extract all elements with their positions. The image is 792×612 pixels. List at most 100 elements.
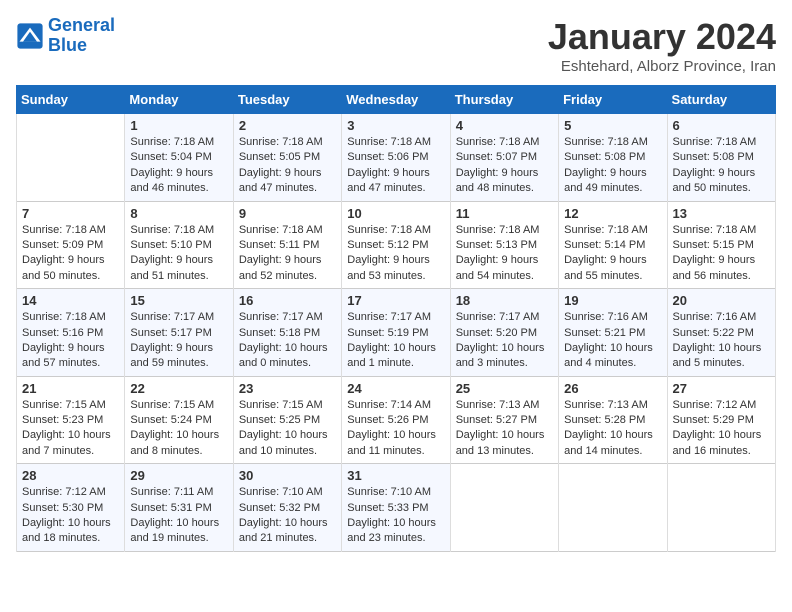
sunset-text: Sunset: 5:33 PM xyxy=(347,501,444,516)
day-number: 17 xyxy=(347,293,444,308)
day-number: 8 xyxy=(130,206,227,221)
sunrise-text: Sunrise: 7:15 AM xyxy=(130,398,227,413)
table-cell: 6 Sunrise: 7:18 AM Sunset: 5:08 PM Dayli… xyxy=(667,114,775,202)
table-cell xyxy=(17,114,125,202)
daylight-text: Daylight: 9 hours and 56 minutes. xyxy=(673,253,770,284)
daylight-text: Daylight: 9 hours and 55 minutes. xyxy=(564,253,661,284)
table-cell: 19 Sunrise: 7:16 AM Sunset: 5:21 PM Dayl… xyxy=(559,289,667,377)
sunrise-text: Sunrise: 7:18 AM xyxy=(673,135,770,150)
daylight-text: Daylight: 10 hours and 21 minutes. xyxy=(239,516,336,547)
daylight-text: Daylight: 9 hours and 50 minutes. xyxy=(22,253,119,284)
day-number: 6 xyxy=(673,118,770,133)
sunset-text: Sunset: 5:26 PM xyxy=(347,413,444,428)
page-header: General Blue January 2024 Eshtehard, Alb… xyxy=(16,16,776,75)
sunset-text: Sunset: 5:22 PM xyxy=(673,326,770,341)
table-cell: 31 Sunrise: 7:10 AM Sunset: 5:33 PM Dayl… xyxy=(342,464,450,552)
day-number: 14 xyxy=(22,293,119,308)
daylight-text: Daylight: 9 hours and 49 minutes. xyxy=(564,166,661,197)
day-number: 26 xyxy=(564,381,661,396)
day-number: 30 xyxy=(239,468,336,483)
header-wednesday: Wednesday xyxy=(342,86,450,114)
sunset-text: Sunset: 5:12 PM xyxy=(347,238,444,253)
sunset-text: Sunset: 5:15 PM xyxy=(673,238,770,253)
sunrise-text: Sunrise: 7:18 AM xyxy=(239,135,336,150)
table-cell: 15 Sunrise: 7:17 AM Sunset: 5:17 PM Dayl… xyxy=(125,289,233,377)
header-friday: Friday xyxy=(559,86,667,114)
days-header-row: Sunday Monday Tuesday Wednesday Thursday… xyxy=(17,86,776,114)
table-cell xyxy=(559,464,667,552)
day-number: 7 xyxy=(22,206,119,221)
header-tuesday: Tuesday xyxy=(233,86,341,114)
sunrise-text: Sunrise: 7:18 AM xyxy=(347,223,444,238)
table-cell: 5 Sunrise: 7:18 AM Sunset: 5:08 PM Dayli… xyxy=(559,114,667,202)
sunset-text: Sunset: 5:17 PM xyxy=(130,326,227,341)
sunrise-text: Sunrise: 7:13 AM xyxy=(564,398,661,413)
daylight-text: Daylight: 10 hours and 19 minutes. xyxy=(130,516,227,547)
table-cell xyxy=(450,464,558,552)
calendar-week-row: 7 Sunrise: 7:18 AM Sunset: 5:09 PM Dayli… xyxy=(17,201,776,289)
sunrise-text: Sunrise: 7:18 AM xyxy=(22,223,119,238)
day-info: Sunrise: 7:17 AM Sunset: 5:18 PM Dayligh… xyxy=(239,310,336,372)
sunrise-text: Sunrise: 7:10 AM xyxy=(347,485,444,500)
sunset-text: Sunset: 5:11 PM xyxy=(239,238,336,253)
sunrise-text: Sunrise: 7:18 AM xyxy=(130,135,227,150)
table-cell: 2 Sunrise: 7:18 AM Sunset: 5:05 PM Dayli… xyxy=(233,114,341,202)
day-info: Sunrise: 7:18 AM Sunset: 5:16 PM Dayligh… xyxy=(22,310,119,372)
location: Eshtehard, Alborz Province, Iran xyxy=(548,58,776,75)
day-info: Sunrise: 7:15 AM Sunset: 5:24 PM Dayligh… xyxy=(130,398,227,460)
sunrise-text: Sunrise: 7:18 AM xyxy=(130,223,227,238)
calendar-week-row: 1 Sunrise: 7:18 AM Sunset: 5:04 PM Dayli… xyxy=(17,114,776,202)
day-number: 21 xyxy=(22,381,119,396)
day-info: Sunrise: 7:17 AM Sunset: 5:19 PM Dayligh… xyxy=(347,310,444,372)
day-info: Sunrise: 7:12 AM Sunset: 5:29 PM Dayligh… xyxy=(673,398,770,460)
table-cell: 28 Sunrise: 7:12 AM Sunset: 5:30 PM Dayl… xyxy=(17,464,125,552)
table-cell: 11 Sunrise: 7:18 AM Sunset: 5:13 PM Dayl… xyxy=(450,201,558,289)
sunrise-text: Sunrise: 7:16 AM xyxy=(564,310,661,325)
daylight-text: Daylight: 10 hours and 8 minutes. xyxy=(130,428,227,459)
day-info: Sunrise: 7:16 AM Sunset: 5:22 PM Dayligh… xyxy=(673,310,770,372)
table-cell: 1 Sunrise: 7:18 AM Sunset: 5:04 PM Dayli… xyxy=(125,114,233,202)
day-number: 31 xyxy=(347,468,444,483)
sunrise-text: Sunrise: 7:17 AM xyxy=(130,310,227,325)
table-cell: 23 Sunrise: 7:15 AM Sunset: 5:25 PM Dayl… xyxy=(233,376,341,464)
day-info: Sunrise: 7:10 AM Sunset: 5:33 PM Dayligh… xyxy=(347,485,444,547)
sunrise-text: Sunrise: 7:12 AM xyxy=(673,398,770,413)
day-number: 18 xyxy=(456,293,553,308)
day-number: 1 xyxy=(130,118,227,133)
logo-icon xyxy=(16,22,44,50)
day-info: Sunrise: 7:18 AM Sunset: 5:09 PM Dayligh… xyxy=(22,223,119,285)
day-info: Sunrise: 7:12 AM Sunset: 5:30 PM Dayligh… xyxy=(22,485,119,547)
sunrise-text: Sunrise: 7:18 AM xyxy=(456,223,553,238)
daylight-text: Daylight: 10 hours and 11 minutes. xyxy=(347,428,444,459)
sunset-text: Sunset: 5:06 PM xyxy=(347,150,444,165)
daylight-text: Daylight: 9 hours and 50 minutes. xyxy=(673,166,770,197)
sunset-text: Sunset: 5:08 PM xyxy=(564,150,661,165)
calendar-week-row: 14 Sunrise: 7:18 AM Sunset: 5:16 PM Dayl… xyxy=(17,289,776,377)
table-cell: 3 Sunrise: 7:18 AM Sunset: 5:06 PM Dayli… xyxy=(342,114,450,202)
sunset-text: Sunset: 5:19 PM xyxy=(347,326,444,341)
daylight-text: Daylight: 10 hours and 14 minutes. xyxy=(564,428,661,459)
day-number: 20 xyxy=(673,293,770,308)
day-info: Sunrise: 7:13 AM Sunset: 5:28 PM Dayligh… xyxy=(564,398,661,460)
day-number: 10 xyxy=(347,206,444,221)
day-number: 9 xyxy=(239,206,336,221)
daylight-text: Daylight: 10 hours and 18 minutes. xyxy=(22,516,119,547)
calendar-week-row: 28 Sunrise: 7:12 AM Sunset: 5:30 PM Dayl… xyxy=(17,464,776,552)
daylight-text: Daylight: 10 hours and 10 minutes. xyxy=(239,428,336,459)
sunrise-text: Sunrise: 7:17 AM xyxy=(347,310,444,325)
daylight-text: Daylight: 10 hours and 23 minutes. xyxy=(347,516,444,547)
daylight-text: Daylight: 9 hours and 54 minutes. xyxy=(456,253,553,284)
day-info: Sunrise: 7:18 AM Sunset: 5:12 PM Dayligh… xyxy=(347,223,444,285)
sunrise-text: Sunrise: 7:13 AM xyxy=(456,398,553,413)
table-cell: 22 Sunrise: 7:15 AM Sunset: 5:24 PM Dayl… xyxy=(125,376,233,464)
day-info: Sunrise: 7:16 AM Sunset: 5:21 PM Dayligh… xyxy=(564,310,661,372)
header-sunday: Sunday xyxy=(17,86,125,114)
daylight-text: Daylight: 9 hours and 48 minutes. xyxy=(456,166,553,197)
day-info: Sunrise: 7:18 AM Sunset: 5:13 PM Dayligh… xyxy=(456,223,553,285)
daylight-text: Daylight: 9 hours and 57 minutes. xyxy=(22,341,119,372)
sunset-text: Sunset: 5:27 PM xyxy=(456,413,553,428)
sunset-text: Sunset: 5:13 PM xyxy=(456,238,553,253)
sunrise-text: Sunrise: 7:15 AM xyxy=(239,398,336,413)
day-info: Sunrise: 7:18 AM Sunset: 5:05 PM Dayligh… xyxy=(239,135,336,197)
table-cell: 14 Sunrise: 7:18 AM Sunset: 5:16 PM Dayl… xyxy=(17,289,125,377)
